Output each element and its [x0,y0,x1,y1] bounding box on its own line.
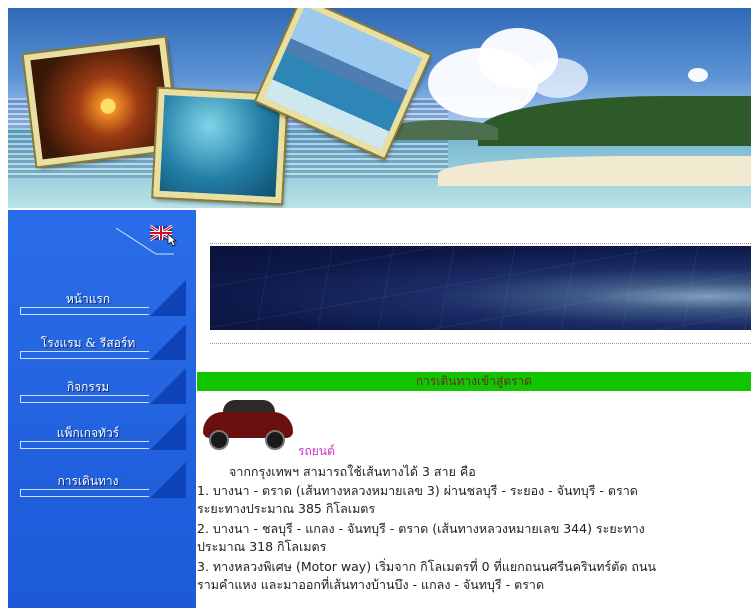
route-line: รามคำแหง และมาออกที่เส้นทางบ้านบึง - แกล… [197,577,545,592]
route-line: ระยะทางประมาณ 385 กิโลเมตร [197,501,376,516]
header-banner [8,8,751,208]
uk-flag-icon[interactable] [149,224,180,247]
dotted-divider [210,243,751,244]
car-label: รถยนต์ [298,444,335,458]
section-title: การเดินทางเข้าสู่ตราด [197,372,751,391]
nav-item-underline [20,395,149,403]
route-line: 1. บางนา - ตราด (เส้นทางหลวงหมายเลข 3) ผ… [197,483,638,498]
nav-item-triangle [150,414,186,450]
nav-item-underline [20,441,149,449]
reef-photo [153,88,287,204]
intro-text: จากกรุงเทพฯ สามารถใช้เส้นทางได้ 3 สาย คื… [229,464,476,479]
banner-island [388,120,498,140]
route-line: 2. บางนา - ชลบุรี - แกลง - จันทบุรี - ตร… [197,521,645,536]
dotted-divider [210,343,751,344]
sidebar: หน้าแรก โรงแรม & รีสอร์ท กิจกรรม แพ็กเกจ… [8,210,196,608]
nav-item-underline [20,489,149,497]
main-content: การเดินทางเข้าสู่ตราด รถยนต์ จากกรุงเทพฯ… [197,210,751,608]
route-line: ประมาณ 318 กิโลเมตร [197,539,327,554]
nav-item-underline [20,307,149,315]
nav-item-activities[interactable]: กิจกรรม [18,368,194,418]
route-line: 3. ทางหลวงพิเศษ (Motor way) เริ่มจาก กิโ… [197,559,657,574]
car-icon [201,398,295,450]
nav-item-tour-packages[interactable]: แพ็กเกจทัวร์ [18,414,194,464]
nav-item-triangle [150,368,186,404]
nav-item-triangle [150,462,186,498]
banner-cloud [528,58,588,98]
world-globe-banner [210,246,751,330]
nav-item-triangle [150,280,186,316]
nav-item-travel[interactable]: การเดินทาง [18,462,194,512]
nav-item-triangle [150,324,186,360]
nav-item-underline [20,351,149,359]
banner-cloud [688,68,708,82]
